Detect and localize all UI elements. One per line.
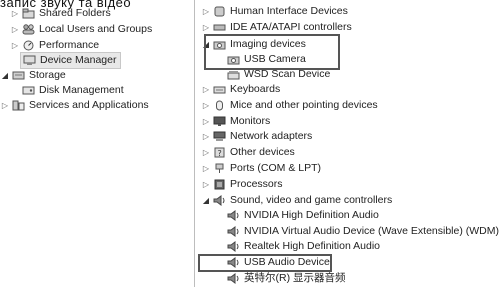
device-category-network[interactable]: ▷ Network adapters	[201, 129, 312, 144]
device-category-label: Network adapters	[230, 130, 313, 142]
tree-item-storage[interactable]: ◢ Storage	[0, 68, 66, 83]
device-category-label: Imaging devices	[230, 38, 306, 50]
tree-item-local-users[interactable]: ▷ Local Users and Groups	[10, 22, 152, 37]
device-category-monitors[interactable]: ▷ Monitors	[201, 114, 270, 129]
network-icon	[213, 131, 226, 142]
services-icon	[12, 100, 25, 111]
speaker-icon	[227, 226, 240, 237]
camera-icon	[227, 54, 240, 65]
storage-icon	[12, 70, 25, 81]
tree-item-label: Device Manager	[40, 54, 117, 66]
device-label: WSD Scan Device	[244, 68, 331, 80]
device-category-label: Human Interface Devices	[230, 5, 348, 17]
device-realtek-hd-audio[interactable]: Realtek High Definition Audio	[225, 239, 380, 254]
tree-item-services-apps[interactable]: ▷ Services and Applications	[0, 98, 149, 113]
scanner-icon	[227, 69, 240, 80]
speaker-icon	[227, 257, 240, 268]
device-category-label: Ports (COM & LPT)	[230, 162, 322, 174]
device-category-label: Mice and other pointing devices	[230, 99, 378, 111]
tree-item-label: Performance	[39, 39, 100, 51]
device-category-ports[interactable]: ▷ Ports (COM & LPT)	[201, 161, 321, 176]
device-category-other[interactable]: ▷ ? Other devices	[201, 145, 295, 160]
port-icon	[213, 163, 226, 174]
mouse-icon	[213, 100, 226, 111]
shared-folder-icon	[22, 8, 35, 19]
collapsed-arrow-icon[interactable]: ▷	[201, 82, 211, 97]
device-intel-display-audio[interactable]: 英特尔(R) 显示器音频	[225, 271, 346, 286]
tree-item-device-manager[interactable]: Device Manager	[20, 52, 122, 69]
device-nvidia-hd-audio[interactable]: NVIDIA High Definition Audio	[225, 208, 379, 223]
performance-icon	[22, 40, 35, 51]
disk-icon	[22, 85, 35, 96]
tree-item-label: Shared Folders	[39, 7, 111, 19]
device-category-processors[interactable]: ▷ Processors	[201, 177, 283, 192]
keyboard-icon	[213, 84, 226, 95]
device-category-sound[interactable]: ◢ Sound, video and game controllers	[201, 193, 392, 208]
device-tree-pane: ▷ Human Interface Devices ▷ IDE ATA/ATAP…	[195, 0, 504, 287]
device-nvidia-virtual-audio[interactable]: NVIDIA Virtual Audio Device (Wave Extens…	[225, 224, 499, 239]
hid-icon	[213, 6, 226, 17]
ide-icon	[213, 22, 226, 33]
device-category-human-interface[interactable]: ▷ Human Interface Devices	[201, 4, 348, 19]
collapsed-arrow-icon[interactable]: ▷	[201, 20, 211, 35]
tree-item-disk-management[interactable]: Disk Management	[20, 83, 124, 98]
collapsed-arrow-icon[interactable]: ▷	[10, 38, 20, 53]
collapsed-arrow-icon[interactable]: ▷	[201, 145, 211, 160]
device-label: USB Camera	[244, 53, 306, 65]
collapsed-arrow-icon[interactable]: ▷	[10, 6, 20, 21]
device-label: USB Audio Device	[244, 256, 330, 268]
tree-item-label: Disk Management	[39, 84, 124, 96]
unknown-device-icon: ?	[213, 147, 226, 158]
tree-item-label: Services and Applications	[29, 99, 149, 111]
collapsed-arrow-icon[interactable]: ▷	[0, 98, 10, 113]
expanded-arrow-icon[interactable]: ◢	[201, 193, 211, 208]
device-manager-icon	[23, 55, 36, 66]
device-label: 英特尔(R) 显示器音频	[244, 272, 346, 284]
console-tree-pane: ▷ Shared Folders ▷ Local Users and Group…	[0, 0, 194, 287]
collapsed-arrow-icon[interactable]: ▷	[201, 114, 211, 129]
expanded-arrow-icon[interactable]: ◢	[201, 37, 211, 52]
collapsed-arrow-icon[interactable]: ▷	[201, 4, 211, 19]
tree-item-shared-folders[interactable]: ▷ Shared Folders	[10, 6, 111, 21]
expanded-arrow-icon[interactable]: ◢	[0, 68, 10, 83]
tree-item-performance[interactable]: ▷ Performance	[10, 38, 99, 53]
camera-icon	[213, 39, 226, 50]
device-usb-camera[interactable]: USB Camera	[225, 52, 306, 67]
device-category-label: IDE ATA/ATAPI controllers	[230, 21, 352, 33]
speaker-icon	[227, 241, 240, 252]
device-category-label: Keyboards	[230, 83, 281, 95]
speaker-icon	[213, 195, 226, 206]
collapsed-arrow-icon[interactable]: ▷	[201, 98, 211, 113]
device-category-label: Monitors	[230, 115, 271, 127]
device-category-mice[interactable]: ▷ Mice and other pointing devices	[201, 98, 378, 113]
collapsed-arrow-icon[interactable]: ▷	[201, 161, 211, 176]
device-category-label: Processors	[230, 178, 283, 190]
device-category-ide[interactable]: ▷ IDE ATA/ATAPI controllers	[201, 20, 352, 35]
tree-item-label: Local Users and Groups	[39, 23, 153, 35]
monitor-icon	[213, 116, 226, 127]
device-label: NVIDIA Virtual Audio Device (Wave Extens…	[244, 225, 499, 237]
device-category-label: Other devices	[230, 146, 295, 158]
collapsed-arrow-icon[interactable]: ▷	[201, 129, 211, 144]
speaker-icon	[227, 210, 240, 221]
device-category-imaging[interactable]: ◢ Imaging devices	[201, 37, 306, 52]
device-label: NVIDIA High Definition Audio	[244, 209, 379, 221]
device-category-label: Sound, video and game controllers	[230, 194, 393, 206]
device-category-keyboards[interactable]: ▷ Keyboards	[201, 82, 280, 97]
speaker-icon	[227, 273, 240, 284]
device-wsd-scan[interactable]: WSD Scan Device	[225, 67, 330, 82]
users-icon	[22, 24, 35, 35]
tree-item-label: Storage	[29, 69, 66, 81]
collapsed-arrow-icon[interactable]: ▷	[201, 177, 211, 192]
device-usb-audio[interactable]: USB Audio Device	[225, 255, 330, 270]
svg-text:?: ?	[218, 149, 222, 158]
processor-icon	[213, 179, 226, 190]
device-label: Realtek High Definition Audio	[244, 240, 380, 252]
collapsed-arrow-icon[interactable]: ▷	[10, 22, 20, 37]
